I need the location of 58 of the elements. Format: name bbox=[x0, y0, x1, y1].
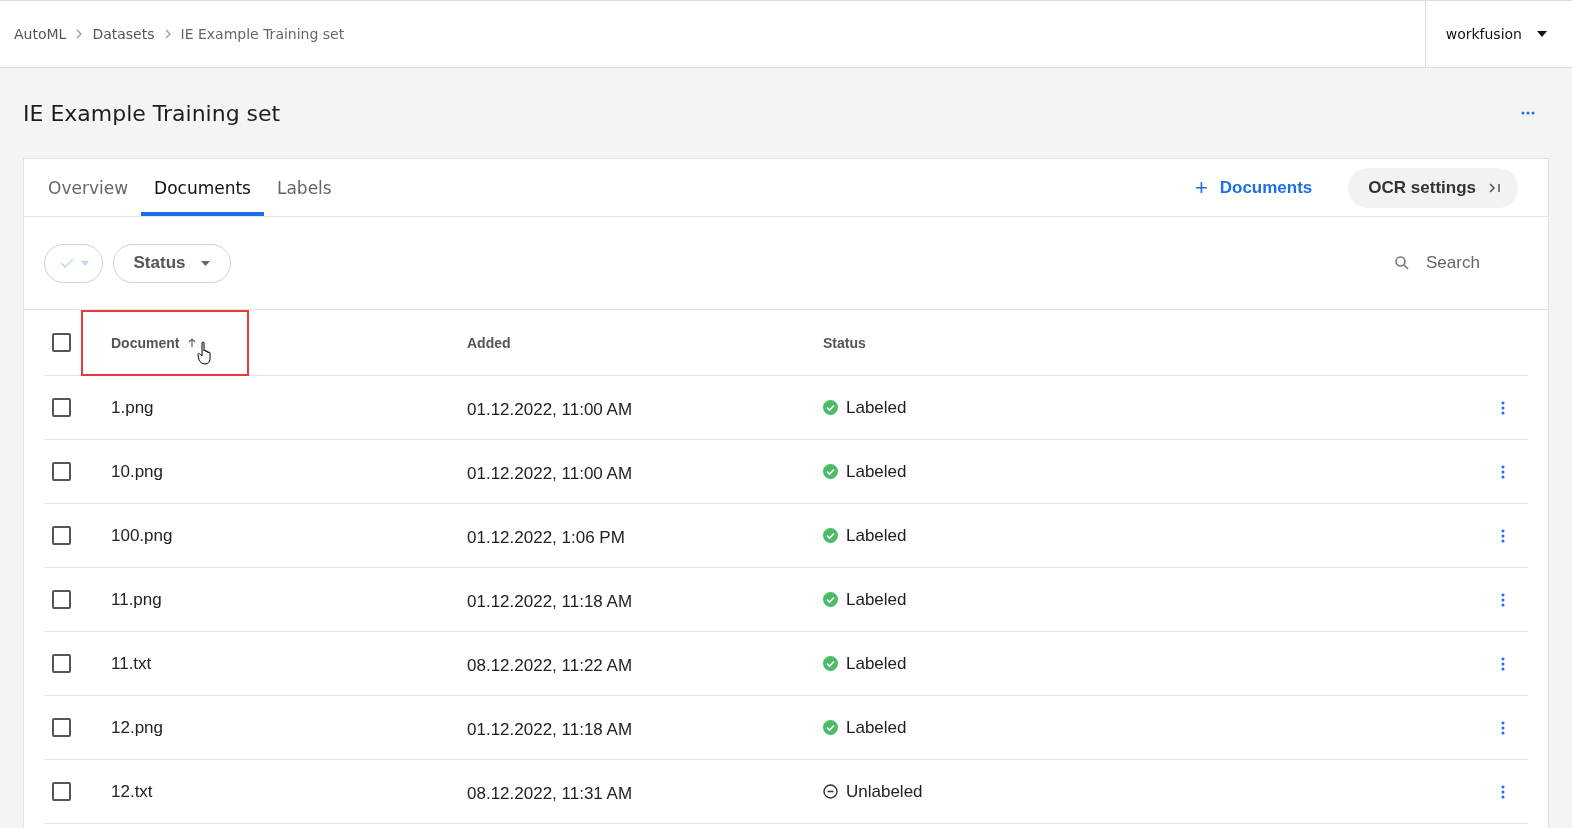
column-header[interactable]: Added bbox=[467, 334, 511, 351]
page-title: IE Example Training set bbox=[23, 100, 281, 126]
status-text: Labeled bbox=[846, 525, 907, 546]
kebab-menu-icon[interactable] bbox=[1501, 464, 1505, 479]
chevron-icon bbox=[163, 28, 172, 40]
search-icon bbox=[1394, 255, 1410, 271]
table-cell: 01.12.2022, 11:18 AM bbox=[467, 591, 633, 611]
kebab-menu-icon[interactable] bbox=[1501, 528, 1505, 543]
document-name[interactable]: 1.png bbox=[111, 397, 154, 417]
select-all-checkbox[interactable] bbox=[52, 333, 71, 352]
row-checkbox[interactable] bbox=[52, 526, 71, 545]
kebab-menu-icon[interactable] bbox=[1501, 656, 1505, 671]
table-cell: 01.12.2022, 11:18 AM bbox=[467, 719, 633, 739]
document-name[interactable]: 11.txt bbox=[111, 653, 152, 673]
breadcrumb-link[interactable]: IE Example Training set bbox=[180, 26, 345, 42]
row-checkbox[interactable] bbox=[52, 398, 71, 417]
add-documents-button[interactable]: + Documents bbox=[1188, 173, 1319, 202]
table-cell: 01.12.2022, 1:06 PM bbox=[467, 527, 625, 547]
status-text: Labeled bbox=[846, 461, 907, 482]
document-name[interactable]: 12.txt bbox=[111, 781, 153, 801]
row-checkbox[interactable] bbox=[52, 782, 71, 801]
table-cell: 01.12.2022, 11:00 AM bbox=[467, 399, 633, 419]
status-text: Labeled bbox=[846, 589, 907, 610]
breadcrumb-link[interactable]: AutoML bbox=[14, 26, 67, 42]
kebab-menu-icon[interactable] bbox=[1501, 592, 1505, 607]
document-name[interactable]: 10.png bbox=[111, 461, 163, 481]
kebab-menu-icon[interactable] bbox=[1501, 784, 1505, 799]
row-checkbox[interactable] bbox=[52, 590, 71, 609]
status-text: Labeled bbox=[846, 397, 907, 418]
document-name[interactable]: 11.png bbox=[111, 589, 162, 609]
row-checkbox[interactable] bbox=[52, 718, 71, 737]
row-checkbox[interactable] bbox=[52, 462, 71, 481]
document-name[interactable]: 12.png bbox=[111, 717, 163, 737]
tab[interactable]: Labels bbox=[264, 159, 345, 216]
column-header[interactable]: Document bbox=[111, 334, 180, 351]
table-cell: 08.12.2022, 11:22 AM bbox=[467, 655, 633, 675]
caret-icon bbox=[1536, 30, 1548, 38]
ocr-settings-button[interactable]: OCR settings bbox=[1348, 167, 1518, 208]
caret-icon bbox=[201, 260, 211, 266]
column-header[interactable]: Status bbox=[823, 334, 866, 351]
status-text: Labeled bbox=[846, 653, 907, 674]
table-cell: 08.12.2022, 11:31 AM bbox=[467, 783, 633, 803]
status-text: Labeled bbox=[846, 717, 907, 738]
status-filter[interactable]: Status bbox=[113, 243, 231, 283]
breadcrumb-link[interactable]: Datasets bbox=[92, 26, 155, 42]
collapse-icon bbox=[1488, 181, 1502, 194]
caret-icon bbox=[80, 260, 89, 266]
tab[interactable]: Documents bbox=[141, 159, 264, 216]
checkmark-icon bbox=[58, 257, 75, 269]
document-name[interactable]: 100.png bbox=[111, 525, 173, 545]
chevron-icon bbox=[75, 28, 84, 40]
row-checkbox[interactable] bbox=[52, 654, 71, 673]
tab[interactable]: Overview bbox=[35, 159, 142, 216]
kebab-menu-icon[interactable] bbox=[1501, 400, 1505, 415]
kebab-menu-icon[interactable] bbox=[1501, 720, 1505, 735]
more-icon[interactable] bbox=[1521, 111, 1535, 115]
table-cell: 01.12.2022, 11:00 AM bbox=[467, 463, 633, 483]
status-text: Unlabeled bbox=[846, 781, 923, 802]
